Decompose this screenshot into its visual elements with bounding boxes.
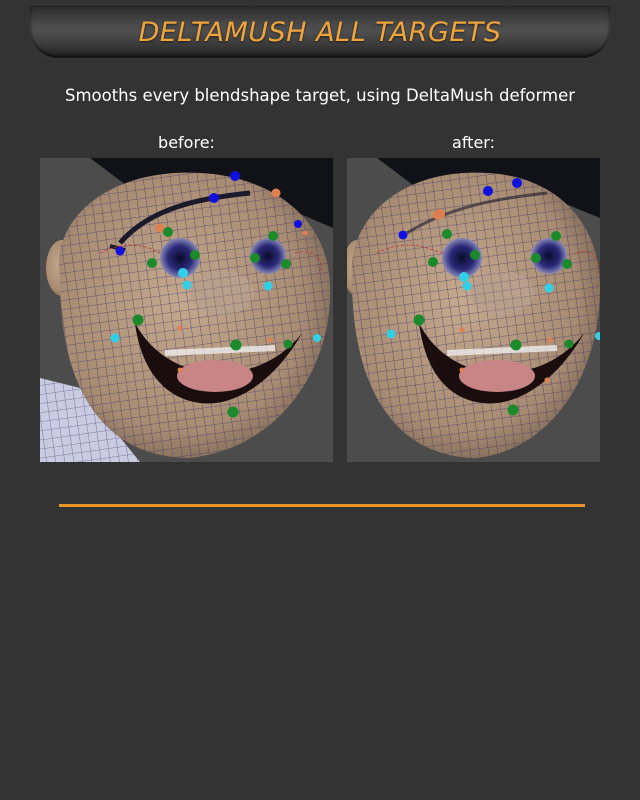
before-face-render xyxy=(40,158,333,462)
title-bar: DELTAMUSH ALL TARGETS xyxy=(30,6,610,58)
section-divider xyxy=(59,504,585,507)
after-face-render xyxy=(347,158,600,462)
description-text: Smooths every blendshape target, using D… xyxy=(64,86,576,105)
before-image xyxy=(40,158,333,462)
before-label: before: xyxy=(158,133,215,152)
page-title: DELTAMUSH ALL TARGETS xyxy=(138,16,502,48)
after-label: after: xyxy=(452,133,495,152)
after-image xyxy=(347,158,600,462)
